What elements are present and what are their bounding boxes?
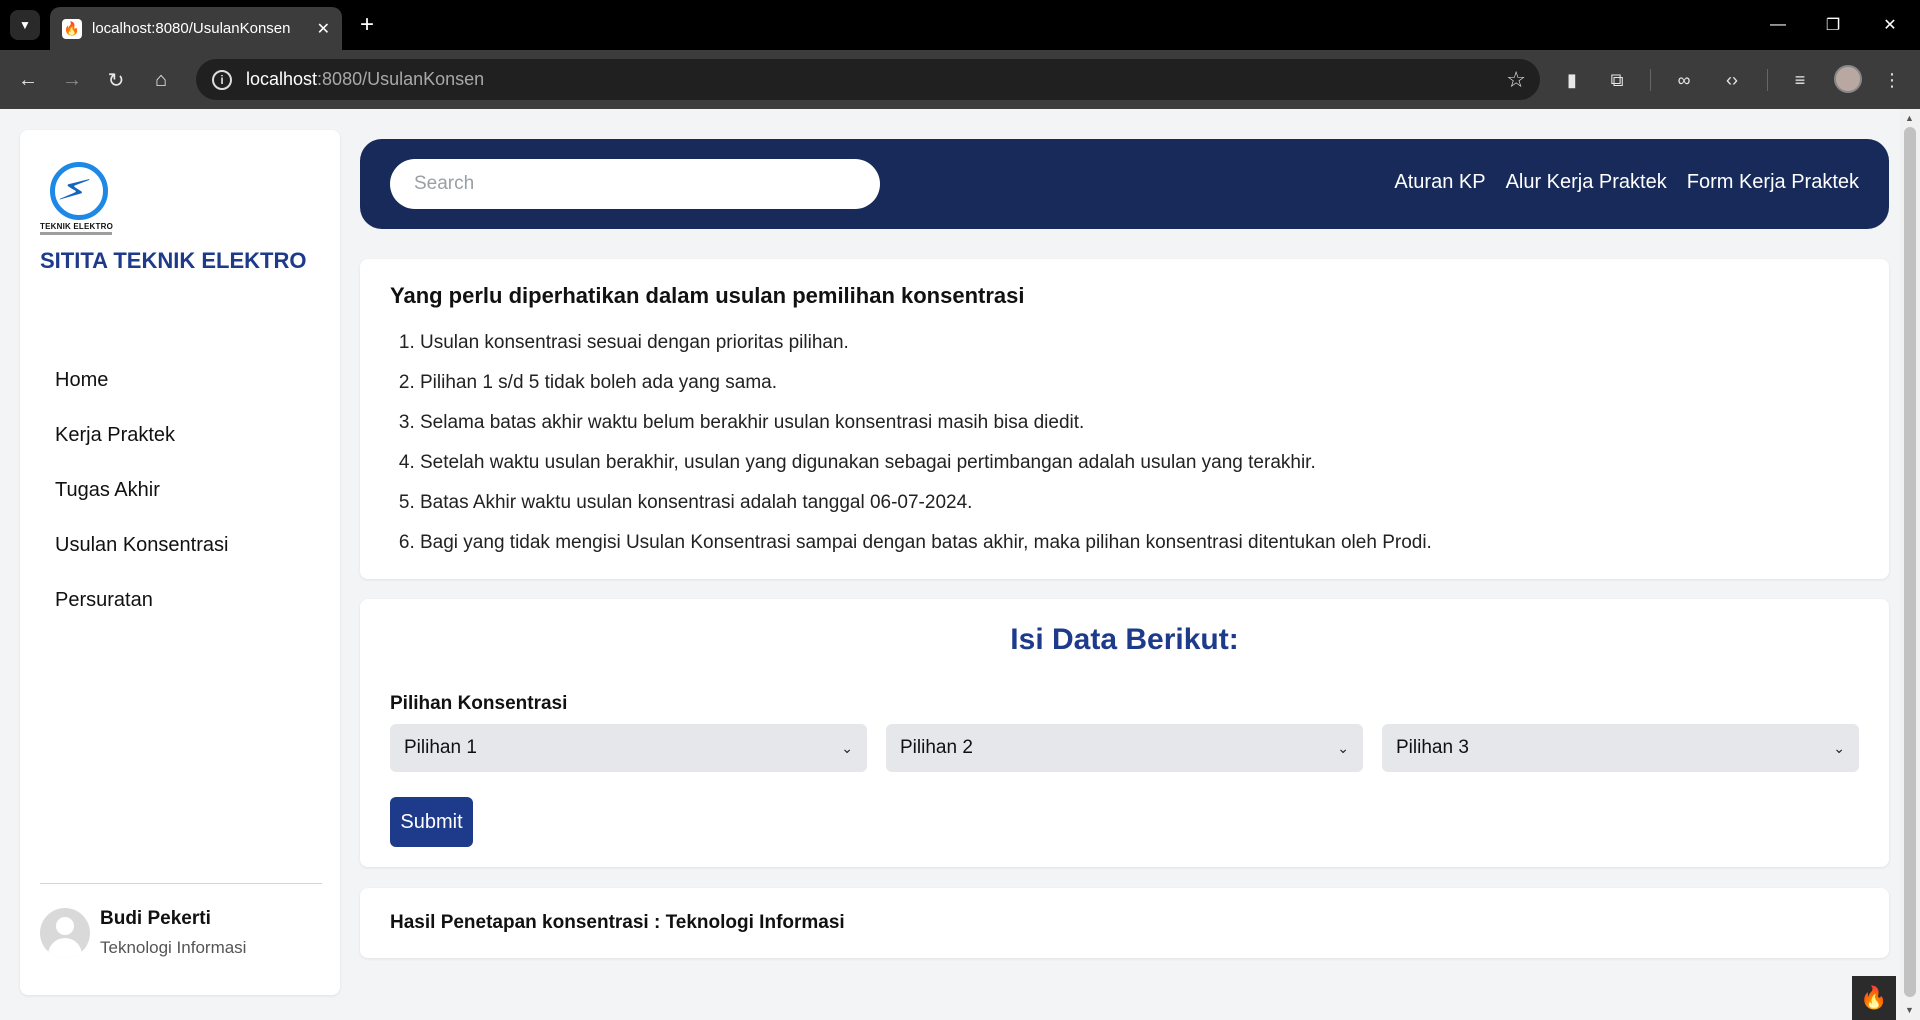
notice-item: Bagi yang tidak mengisi Usulan Konsentra… <box>420 523 1859 563</box>
submit-button[interactable]: Submit <box>390 797 473 847</box>
avatar-head-shape <box>56 917 74 935</box>
pilihan-2-select[interactable]: Pilihan 2 ⌄ <box>886 724 1363 772</box>
toolbar-separator <box>1650 69 1651 91</box>
nav-links: Aturan KP Alur Kerja Praktek Form Kerja … <box>1394 171 1859 194</box>
flame-icon: 🔥 <box>62 18 82 39</box>
sidebar-menu: Home Kerja Praktek Tugas Akhir Usulan Ko… <box>55 366 228 641</box>
notice-item: Usulan konsentrasi sesuai dengan priorit… <box>420 323 1859 363</box>
scroll-thumb[interactable] <box>1904 127 1916 997</box>
brand-title: SITITA TEKNIK ELEKTRO <box>40 248 307 273</box>
notice-item: Selama batas akhir waktu belum berakhir … <box>420 403 1859 443</box>
media-queue-icon[interactable]: ≡ <box>1784 64 1816 96</box>
code-icon[interactable]: ‹› <box>1716 64 1748 96</box>
back-icon[interactable]: ← <box>12 64 44 96</box>
notice-card: Yang perlu diperhatikan dalam usulan pem… <box>360 259 1889 579</box>
notice-item: Batas Akhir waktu usulan konsentrasi ada… <box>420 483 1859 523</box>
sidebar-item-usulan-konsentrasi[interactable]: Usulan Konsentrasi <box>55 531 228 586</box>
scroll-down-icon[interactable]: ▼ <box>1905 1005 1914 1015</box>
sidebar-item-persuratan[interactable]: Persuratan <box>55 586 228 641</box>
address-bar[interactable]: i localhost:8080/UsulanKonsen ☆ <box>196 59 1540 100</box>
form-title: Isi Data Berikut: <box>1010 623 1239 656</box>
notice-title: Yang perlu diperhatikan dalam usulan pem… <box>390 283 1025 308</box>
site-info-icon[interactable]: i <box>212 69 232 90</box>
notice-list: Usulan konsentrasi sesuai dengan priorit… <box>390 323 1859 563</box>
top-navbar: Aturan KP Alur Kerja Praktek Form Kerja … <box>360 139 1889 229</box>
restore-icon[interactable]: ❐ <box>1813 10 1853 40</box>
result-text: Hasil Penetapan konsentrasi : Teknologi … <box>390 912 845 933</box>
select-value: Pilihan 2 <box>900 737 973 758</box>
home-icon[interactable]: ⌂ <box>145 64 177 96</box>
reload-icon[interactable]: ↻ <box>100 64 132 96</box>
toolbar-separator <box>1767 69 1768 91</box>
sidebar-item-kerja-praktek[interactable]: Kerja Praktek <box>55 421 228 476</box>
user-avatar <box>40 908 90 958</box>
browser-tabbar: ▼ 🔥 localhost:8080/UsulanKonsen ✕ + — ❐ … <box>0 0 1920 50</box>
tab-search-dropdown-icon[interactable]: ▼ <box>10 10 40 40</box>
minimize-icon[interactable]: — <box>1758 10 1798 40</box>
profile-avatar[interactable] <box>1834 65 1862 93</box>
sidebar: ⚡ TEKNIK ELEKTRO SITITA TEKNIK ELEKTRO H… <box>20 130 340 995</box>
bookmark-star-icon[interactable]: ☆ <box>1506 67 1526 93</box>
close-tab-icon[interactable]: ✕ <box>317 19 330 39</box>
tab-title: localhost:8080/UsulanKonsen <box>92 20 291 37</box>
search-input[interactable] <box>390 159 880 209</box>
result-card: Hasil Penetapan konsentrasi : Teknologi … <box>360 888 1889 958</box>
pilihan-1-select[interactable]: Pilihan 1 ⌄ <box>390 724 867 772</box>
nav-link-aturan-kp[interactable]: Aturan KP <box>1394 171 1485 194</box>
close-window-icon[interactable]: ✕ <box>1870 10 1910 40</box>
avatar-body-shape <box>48 938 82 958</box>
extensions-puzzle-icon[interactable]: ⧉ <box>1601 64 1633 96</box>
link-icon[interactable]: ∞ <box>1668 64 1700 96</box>
browser-tab[interactable]: 🔥 localhost:8080/UsulanKonsen ✕ <box>50 7 342 50</box>
browser-toolbar: ← → ↻ ⌂ i localhost:8080/UsulanKonsen ☆ … <box>0 50 1920 109</box>
nav-link-form-kerja-praktek[interactable]: Form Kerja Praktek <box>1687 171 1859 194</box>
chevron-down-icon: ⌄ <box>841 739 853 756</box>
user-name: Budi Pekerti <box>100 908 211 929</box>
select-value: Pilihan 3 <box>1396 737 1469 758</box>
extension-doc-icon[interactable]: ▮ <box>1556 64 1588 96</box>
notice-item: Setelah waktu usulan berakhir, usulan ya… <box>420 443 1859 483</box>
forward-icon[interactable]: → <box>56 64 88 96</box>
sidebar-item-home[interactable]: Home <box>55 366 228 421</box>
logo: ⚡ TEKNIK ELEKTRO <box>40 162 130 242</box>
nav-link-alur-kerja-praktek[interactable]: Alur Kerja Praktek <box>1506 171 1667 194</box>
new-tab-icon[interactable]: + <box>352 10 382 40</box>
url-host: localhost <box>246 69 318 89</box>
pilihan-konsentrasi-label: Pilihan Konsentrasi <box>390 693 568 714</box>
notice-item: Pilihan 1 s/d 5 tidak boleh ada yang sam… <box>420 363 1859 403</box>
select-value: Pilihan 1 <box>404 737 477 758</box>
logo-text: TEKNIK ELEKTRO <box>40 222 114 231</box>
sidebar-divider <box>40 883 322 884</box>
user-role: Teknologi Informasi <box>100 938 247 957</box>
url-path: :8080/UsulanKonsen <box>317 69 485 89</box>
logo-subline <box>40 232 112 235</box>
sidebar-item-tugas-akhir[interactable]: Tugas Akhir <box>55 476 228 531</box>
form-card: Isi Data Berikut: Pilihan Konsentrasi Pi… <box>360 599 1889 867</box>
scroll-up-icon[interactable]: ▲ <box>1905 113 1914 123</box>
chevron-down-icon: ⌄ <box>1337 739 1349 756</box>
chevron-down-icon: ⌄ <box>1833 739 1845 756</box>
flame-icon[interactable]: 🔥 <box>1852 976 1896 1020</box>
pilihan-3-select[interactable]: Pilihan 3 ⌄ <box>1382 724 1859 772</box>
page-scrollbar[interactable]: ▲ ▼ <box>1900 109 1920 1020</box>
more-menu-icon[interactable]: ⋮ <box>1876 64 1908 96</box>
